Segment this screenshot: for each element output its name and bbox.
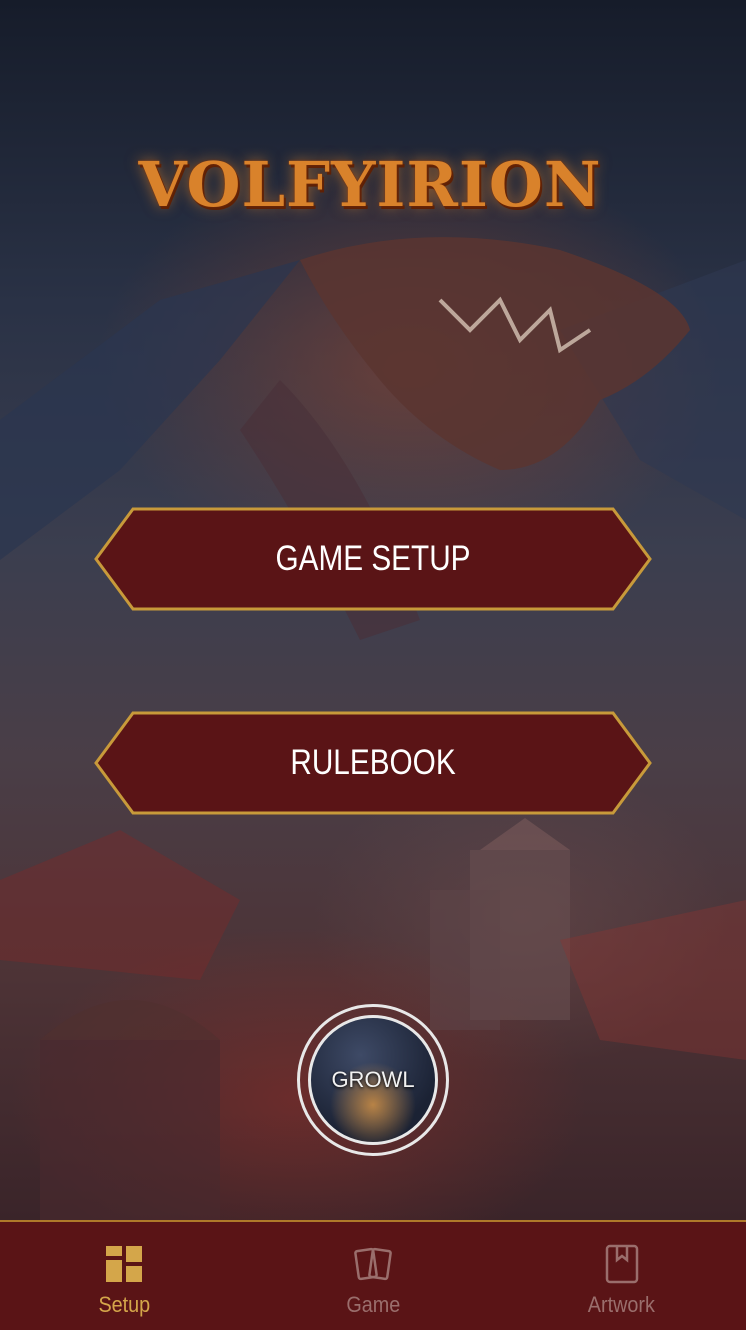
tab-artwork-label: Artwork	[588, 1292, 656, 1317]
volfyirion-logo: VOLFYIRION	[130, 108, 610, 258]
tab-game-label: Game	[346, 1292, 400, 1317]
tab-setup-label: Setup	[98, 1292, 151, 1317]
growl-label: GROWL	[331, 1067, 415, 1092]
tab-artwork[interactable]: Artwork	[497, 1222, 746, 1330]
game-setup-label: GAME SETUP	[275, 539, 471, 578]
growl-dragon-image: GROWL	[308, 1015, 438, 1145]
cards-icon	[354, 1247, 392, 1281]
growl-button[interactable]: GROWL	[297, 1004, 449, 1156]
rulebook-label: RULEBOOK	[290, 743, 456, 782]
tab-game[interactable]: Game	[249, 1222, 498, 1330]
game-setup-button[interactable]: GAME SETUP	[93, 507, 653, 611]
grid-icon	[106, 1246, 143, 1282]
logo-text: VOLFYIRION	[138, 148, 602, 221]
bottom-tab-bar: Setup Game Artwork	[0, 1220, 746, 1330]
book-icon	[605, 1244, 638, 1284]
rulebook-button[interactable]: RULEBOOK	[93, 711, 653, 815]
tab-setup[interactable]: Setup	[0, 1222, 249, 1330]
